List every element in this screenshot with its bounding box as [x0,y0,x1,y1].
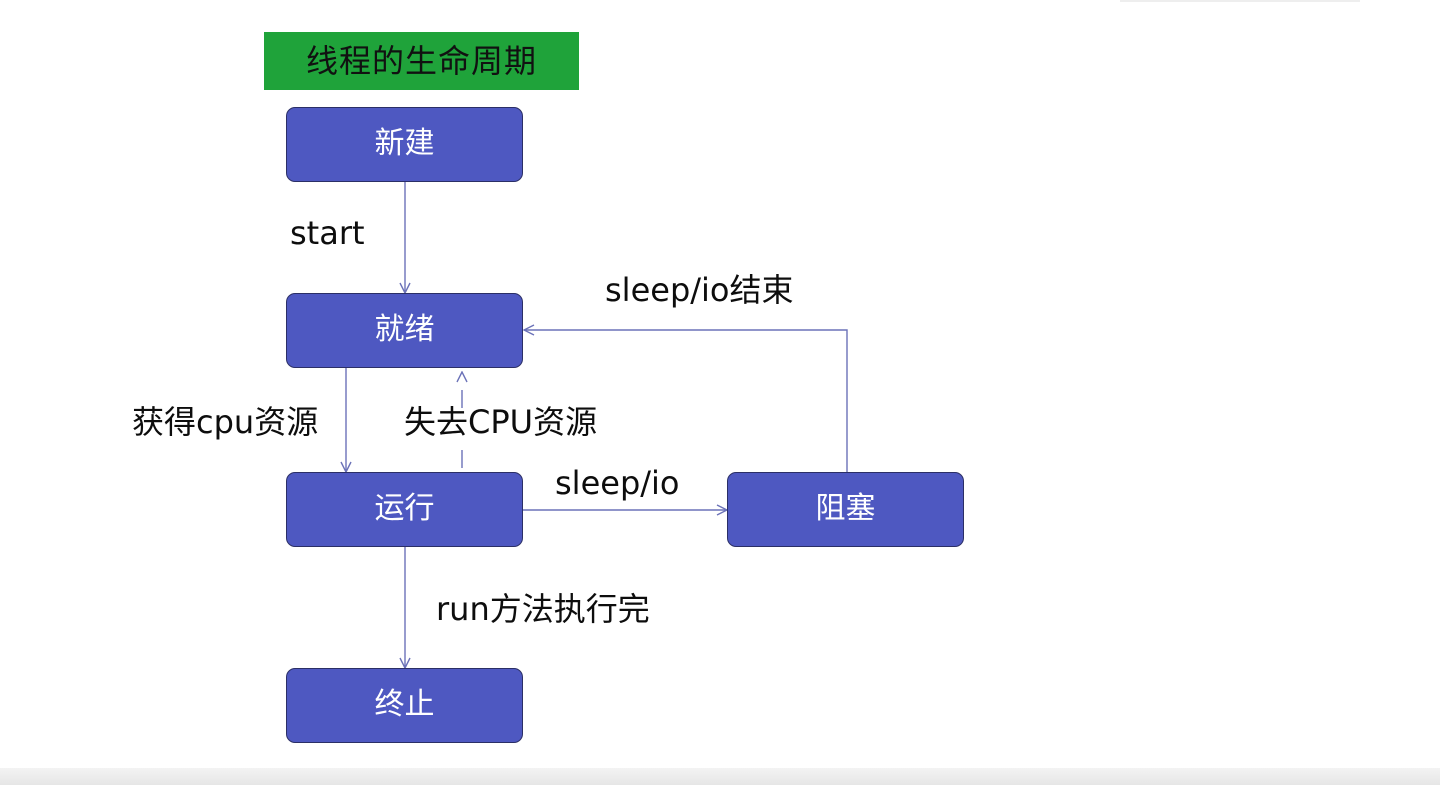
label-sleep-io: sleep/io [555,464,680,502]
state-running: 运行 [286,472,523,547]
label-run-done: run方法执行完 [436,590,650,628]
state-blocked: 阻塞 [727,472,964,547]
label-lose-cpu: 失去CPU资源 [404,403,598,441]
arrow-blocked-to-ready [524,330,848,472]
label-sleep-io-end: sleep/io结束 [605,271,794,309]
label-start: start [290,214,365,252]
state-terminated: 终止 [286,668,523,743]
state-new: 新建 [286,107,523,182]
lifecycle-diagram: 线程的生命周期 新建 就绪 运行 阻塞 终止 start sleep/io结束 … [0,0,1440,785]
transition-arrows [0,182,848,785]
bottom-bar [0,768,1440,785]
state-ready: 就绪 [286,293,523,368]
label-get-cpu: 获得cpu资源 [132,403,319,441]
